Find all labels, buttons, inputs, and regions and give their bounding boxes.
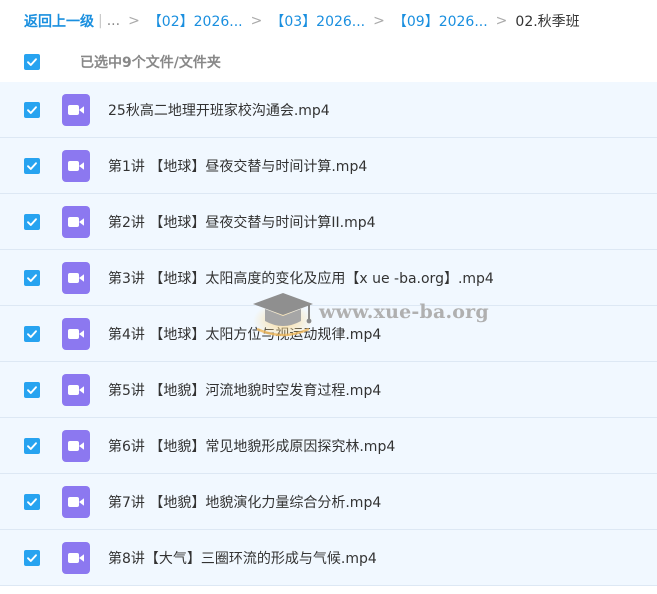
file-name[interactable]: 第8讲【大气】三圈环流的形成与气候.mp4 bbox=[108, 548, 377, 568]
row-checkbox[interactable] bbox=[24, 381, 40, 398]
video-file-icon bbox=[62, 541, 90, 574]
file-name[interactable]: 第7讲 【地貌】地貌演化力量综合分析.mp4 bbox=[108, 492, 381, 512]
selection-count-label: 已选中9个文件/文件夹 bbox=[80, 55, 221, 71]
check-icon bbox=[27, 553, 37, 562]
breadcrumb-pipe: | bbox=[98, 13, 103, 29]
file-row[interactable]: 第4讲 【地球】太阳方位与视运动规律.mp4 bbox=[0, 306, 657, 362]
video-file-icon bbox=[62, 205, 90, 238]
check-icon bbox=[27, 329, 37, 338]
video-file-icon bbox=[62, 373, 90, 406]
file-row[interactable]: 第1讲 【地球】昼夜交替与时间计算.mp4 bbox=[0, 138, 657, 194]
file-name[interactable]: 第4讲 【地球】太阳方位与视运动规律.mp4 bbox=[108, 324, 381, 344]
check-icon bbox=[27, 497, 37, 506]
breadcrumb-item-3[interactable]: 【09】2026... bbox=[393, 11, 488, 31]
row-checkbox[interactable] bbox=[24, 549, 40, 566]
file-name[interactable]: 第3讲 【地球】太阳高度的变化及应用【x ue -ba.org】.mp4 bbox=[108, 268, 494, 288]
video-file-icon bbox=[62, 429, 90, 462]
file-list: 25秋高二地理开班家校沟通会.mp4 第1讲 【地球】昼夜交替与时间计算.mp4… bbox=[0, 82, 657, 586]
video-file-icon bbox=[62, 149, 90, 182]
breadcrumb-item-1[interactable]: 【02】2026... bbox=[148, 11, 243, 31]
file-name[interactable]: 第1讲 【地球】昼夜交替与时间计算.mp4 bbox=[108, 156, 367, 176]
select-all-checkbox[interactable] bbox=[24, 54, 40, 70]
check-icon bbox=[27, 161, 37, 170]
video-file-icon bbox=[62, 317, 90, 350]
row-checkbox[interactable] bbox=[24, 213, 40, 230]
file-row[interactable]: 第3讲 【地球】太阳高度的变化及应用【x ue -ba.org】.mp4 bbox=[0, 250, 657, 306]
file-row[interactable]: 25秋高二地理开班家校沟通会.mp4 bbox=[0, 82, 657, 138]
breadcrumb-current: 02.秋季班 bbox=[515, 14, 580, 30]
file-row[interactable]: 第8讲【大气】三圈环流的形成与气候.mp4 bbox=[0, 530, 657, 586]
file-row[interactable]: 第2讲 【地球】昼夜交替与时间计算II.mp4 bbox=[0, 194, 657, 250]
check-icon bbox=[27, 58, 37, 66]
breadcrumb: 返回上一级 | ... > 【02】2026... > 【03】2026... … bbox=[0, 0, 657, 42]
check-icon bbox=[27, 105, 37, 114]
breadcrumb-ellipsis[interactable]: ... bbox=[107, 13, 120, 29]
chevron-right-icon: > bbox=[495, 13, 508, 29]
chevron-right-icon: > bbox=[373, 13, 385, 29]
file-name[interactable]: 第2讲 【地球】昼夜交替与时间计算II.mp4 bbox=[108, 212, 376, 232]
row-checkbox[interactable] bbox=[24, 101, 40, 118]
check-icon bbox=[27, 273, 37, 282]
file-row[interactable]: 第5讲 【地貌】河流地貌时空发育过程.mp4 bbox=[0, 362, 657, 418]
file-name[interactable]: 第5讲 【地貌】河流地貌时空发育过程.mp4 bbox=[108, 380, 381, 400]
video-file-icon bbox=[62, 485, 90, 518]
check-icon bbox=[27, 217, 37, 226]
file-row[interactable]: 第6讲 【地貌】常见地貌形成原因探究林.mp4 bbox=[0, 418, 657, 474]
row-checkbox[interactable] bbox=[24, 437, 40, 454]
file-name[interactable]: 第6讲 【地貌】常见地貌形成原因探究林.mp4 bbox=[108, 436, 395, 456]
check-icon bbox=[27, 385, 37, 394]
file-name[interactable]: 25秋高二地理开班家校沟通会.mp4 bbox=[108, 100, 330, 120]
back-link[interactable]: 返回上一级 bbox=[24, 11, 94, 31]
row-checkbox[interactable] bbox=[24, 493, 40, 510]
check-icon bbox=[27, 441, 37, 450]
row-checkbox[interactable] bbox=[24, 325, 40, 342]
video-file-icon bbox=[62, 93, 90, 126]
chevron-right-icon: > bbox=[128, 13, 140, 29]
selection-bar: 已选中9个文件/文件夹 bbox=[0, 42, 657, 82]
row-checkbox[interactable] bbox=[24, 269, 40, 286]
file-row[interactable]: 第7讲 【地貌】地貌演化力量综合分析.mp4 bbox=[0, 474, 657, 530]
chevron-right-icon: > bbox=[250, 13, 263, 29]
row-checkbox[interactable] bbox=[24, 157, 40, 174]
video-file-icon bbox=[62, 261, 90, 294]
breadcrumb-item-2[interactable]: 【03】2026... bbox=[270, 11, 365, 31]
